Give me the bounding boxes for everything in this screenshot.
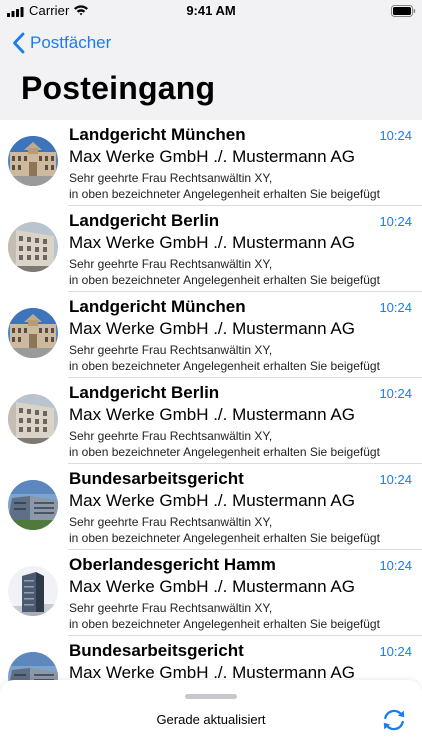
mail-subject: Max Werke GmbH ./. Mustermann AG	[69, 405, 355, 424]
mail-preview-line: Sehr geehrte Frau Rechtsanwältin XY,	[69, 601, 273, 615]
mail-sender: Oberlandesgericht Hamm	[69, 555, 276, 574]
mail-list-item[interactable]: Landgericht Berlin 10:24 Max Werke GmbH …	[0, 378, 422, 464]
mail-time: 10:24	[379, 300, 412, 315]
refresh-button[interactable]	[381, 707, 407, 733]
page-title: Posteingang	[21, 70, 216, 106]
sender-avatar	[8, 566, 58, 616]
mail-preview-line: in oben bezeichneter Angelegenheit erhal…	[69, 187, 380, 201]
tower-building-photo-icon	[8, 566, 58, 616]
battery-icon	[391, 5, 416, 17]
mail-preview-line: in oben bezeichneter Angelegenheit erhal…	[69, 445, 380, 459]
mail-sender: Bundesarbeitsgericht	[69, 469, 244, 488]
mail-preview-line: Sehr geehrte Frau Rechtsanwältin XY,	[69, 429, 273, 443]
sender-avatar	[8, 136, 58, 186]
mail-subject: Max Werke GmbH ./. Mustermann AG	[69, 233, 355, 252]
refresh-icon	[383, 709, 405, 731]
status-time: 9:41 AM	[186, 3, 236, 18]
mail-subject: Max Werke GmbH ./. Mustermann AG	[69, 491, 355, 510]
mail-list-item[interactable]: Landgericht München 10:24 Max Werke GmbH…	[0, 292, 422, 378]
mail-preview-line: in oben bezeichneter Angelegenheit erhal…	[69, 531, 380, 545]
mail-time: 10:24	[379, 128, 412, 143]
sender-avatar	[8, 480, 58, 530]
back-button[interactable]: Postfächer	[12, 30, 111, 56]
mail-list-item[interactable]: Landgericht München 10:24 Max Werke GmbH…	[0, 120, 422, 206]
update-status-text: Gerade aktualisiert	[156, 712, 266, 727]
mail-preview-line: Sehr geehrte Frau Rechtsanwältin XY,	[69, 515, 273, 529]
mail-subject: Max Werke GmbH ./. Mustermann AG	[69, 319, 355, 338]
sheet-grabber-handle[interactable]	[185, 694, 237, 699]
sender-avatar	[8, 308, 58, 358]
back-button-label: Postfächer	[30, 33, 112, 52]
palace-building-photo-icon	[8, 308, 58, 358]
mail-sender: Landgericht Berlin	[69, 211, 220, 230]
modern-building-photo-icon	[8, 480, 58, 530]
mail-sender: Bundesarbeitsgericht	[69, 641, 244, 660]
mail-list-item[interactable]: Bundesarbeitsgericht 10:24 Max Werke Gmb…	[0, 464, 422, 550]
mail-sender: Landgericht München	[69, 297, 246, 316]
mail-subject: Max Werke GmbH ./. Mustermann AG	[69, 577, 355, 596]
mail-preview-line: Sehr geehrte Frau Rechtsanwältin XY,	[69, 171, 273, 185]
mail-time: 10:24	[379, 644, 412, 659]
mail-time: 10:24	[379, 558, 412, 573]
mail-list-item[interactable]: Oberlandesgericht Hamm 10:24 Max Werke G…	[0, 550, 422, 636]
courthouse-facade-photo-icon	[8, 222, 58, 272]
status-bar: Carrier 9:41 AM	[0, 0, 422, 24]
mail-preview-line: in oben bezeichneter Angelegenheit erhal…	[69, 359, 380, 373]
mail-time: 10:24	[379, 472, 412, 487]
sender-avatar	[8, 394, 58, 444]
bottom-toolbar: Gerade aktualisiert	[0, 680, 422, 755]
navigation-header: Carrier 9:41 AM Postfächer Posteingang	[0, 0, 422, 120]
mail-sender: Landgericht München	[69, 125, 246, 144]
palace-building-photo-icon	[8, 136, 58, 186]
mail-preview-line: in oben bezeichneter Angelegenheit erhal…	[69, 273, 380, 287]
mail-preview-line: Sehr geehrte Frau Rechtsanwältin XY,	[69, 257, 273, 271]
sender-avatar	[8, 222, 58, 272]
mail-preview-line: Sehr geehrte Frau Rechtsanwältin XY,	[69, 343, 273, 357]
chevron-left-icon	[13, 32, 25, 54]
mail-sender: Landgericht Berlin	[69, 383, 220, 402]
mail-list: Landgericht München 10:24 Max Werke GmbH…	[0, 120, 422, 722]
mail-subject: Max Werke GmbH ./. Mustermann AG	[69, 147, 355, 166]
mail-time: 10:24	[379, 386, 412, 401]
mail-list-item[interactable]: Landgericht Berlin 10:24 Max Werke GmbH …	[0, 206, 422, 292]
mail-time: 10:24	[379, 214, 412, 229]
courthouse-facade-photo-icon	[8, 394, 58, 444]
mail-preview-line: in oben bezeichneter Angelegenheit erhal…	[69, 617, 380, 631]
